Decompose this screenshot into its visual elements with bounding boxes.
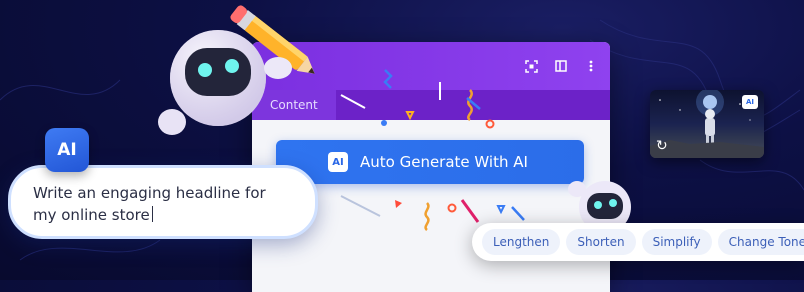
lengthen-label: Lengthen: [493, 235, 550, 249]
focus-icon[interactable]: [524, 59, 538, 73]
ai-badge-icon: AI: [742, 95, 758, 109]
lengthen-button[interactable]: Lengthen: [482, 229, 561, 255]
regenerate-icon[interactable]: ↻: [656, 138, 668, 154]
simplify-label: Simplify: [652, 235, 701, 249]
change-tone-label: Change Tone: [728, 235, 804, 249]
robot-mascot-icon: [158, 5, 315, 135]
generated-image-thumbnail[interactable]: AI ↻: [650, 90, 764, 158]
prompt-input[interactable]: Write an engaging headline for my online…: [8, 165, 318, 239]
shorten-label: Shorten: [577, 235, 625, 249]
columns-icon[interactable]: [554, 59, 568, 73]
ai-badge-icon: AI: [328, 152, 348, 172]
shorten-button[interactable]: Shorten: [566, 229, 636, 255]
ai-logo-icon: AI: [45, 128, 89, 172]
auto-generate-label: Auto Generate With AI: [360, 153, 528, 171]
auto-generate-button[interactable]: AI Auto Generate With AI: [276, 140, 584, 184]
rewrite-actions-bar: Lengthen Shorten Simplify Change Tone▼: [472, 223, 804, 261]
prompt-text: Write an engaging headline for my online…: [33, 184, 266, 224]
text-caret: [151, 206, 153, 222]
simplify-button[interactable]: Simplify: [641, 229, 712, 255]
change-tone-dropdown[interactable]: Change Tone▼: [717, 229, 804, 255]
more-icon[interactable]: [584, 59, 598, 73]
